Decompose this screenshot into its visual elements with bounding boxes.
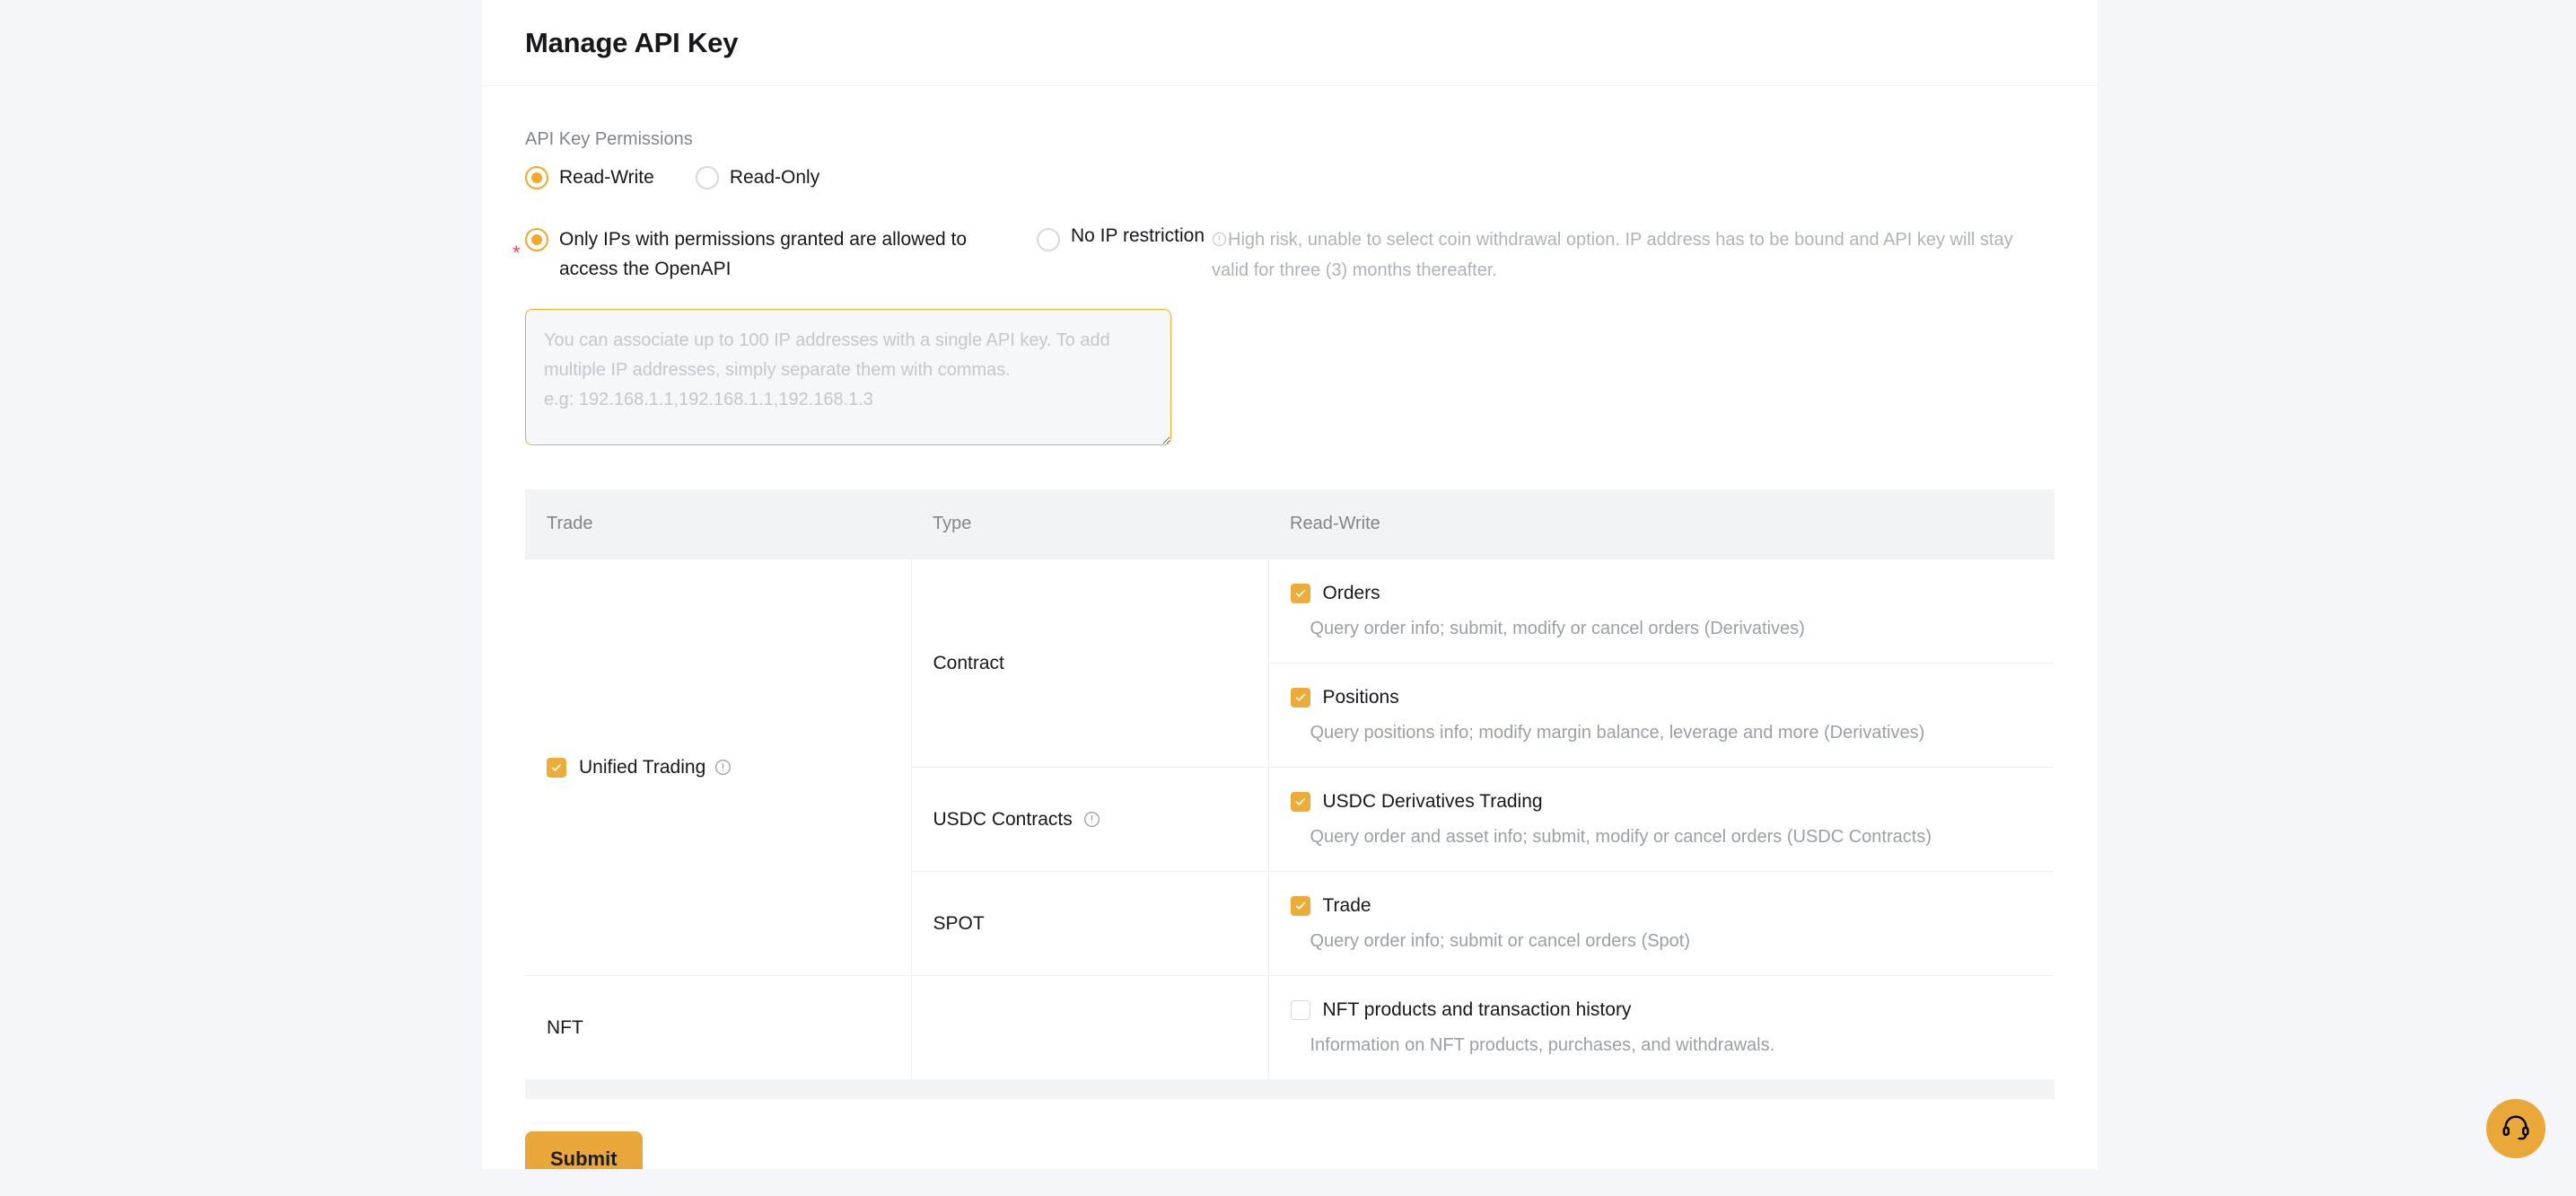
trade-label-unified-trading: Unified Trading [579,756,706,778]
permission-label-orders: Orders [1322,583,1380,604]
read-write-cell-contract: Orders Query order info; submit, modify … [1268,558,2055,768]
content-panel: Manage API Key API Key Permissions Read-… [482,0,2098,1196]
type-cell-spot: SPOT [911,871,1269,976]
ip-warning-text: High risk, unable to select coin withdra… [1212,225,2037,286]
permission-label-nft-products: NFT products and transaction history [1322,999,1632,1021]
radio-read-write[interactable]: Read-Write [525,166,654,189]
required-asterisk: * [513,242,521,264]
radio-no-ip-restriction-label: No IP restriction [1071,225,1205,246]
column-header-type: Type [911,488,1268,559]
radio-no-ip-restriction-dot[interactable] [1037,228,1060,251]
type-cell-usdc-contracts: USDC Contracts [911,767,1269,872]
column-header-read-write: Read-Write [1268,488,2055,559]
radio-read-only[interactable]: Read-Only [695,166,820,189]
radio-only-ips-dot[interactable] [525,228,548,251]
trade-cell-unified-trading: Unified Trading [525,558,912,976]
type-label-contract: Contract [933,652,1004,673]
type-label-usdc-contracts: USDC Contracts [933,808,1073,830]
table-row: NFT NFT products and transaction history… [525,975,2055,1080]
ip-restriction-radio-group: * Only IPs with permissions granted are … [513,225,2055,286]
permission-item-usdc-derivatives-trading: USDC Derivatives Trading Query order and… [1269,768,2055,871]
read-write-cell-nft: NFT products and transaction history Inf… [1268,975,2055,1080]
checkbox-trade[interactable] [1290,896,1310,917]
permission-item-nft-products: NFT products and transaction history Inf… [1269,976,2055,1079]
radio-read-only-dot[interactable] [695,166,719,189]
permission-desc-trade: Query order info; submit or cancel order… [1310,931,1691,952]
info-icon-unified-trading[interactable] [714,759,732,776]
permissions-table: Trade Type Read-Write Unified Trading Co… [525,488,2055,1080]
trade-label-nft: NFT [547,1016,583,1038]
permissions-table-body: Unified Trading Contract Orders Query or… [525,558,2055,1080]
permission-item-orders: Orders Query order info; submit, modify … [1269,559,2055,663]
read-write-cell-spot: Trade Query order info; submit or cancel… [1268,871,2055,976]
permission-desc-usdc-derivatives-trading: Query order and asset info; submit, modi… [1310,827,1932,848]
permission-item-positions: Positions Query positions info; modify m… [1268,663,2055,767]
ip-warning-message: High risk, unable to select coin withdra… [1212,230,2013,281]
table-footer-bar [525,1079,2055,1100]
page-title: Manage API Key [525,26,739,58]
ip-textarea-wrapper [525,308,1171,450]
read-write-cell-usdc-contracts: USDC Derivatives Trading Query order and… [1268,767,2055,872]
permission-mode-radio-group: Read-Write Read-Only [525,166,2055,189]
checkbox-nft-products[interactable] [1290,1000,1310,1021]
headset-icon [2501,1112,2531,1147]
checkbox-usdc-derivatives-trading[interactable] [1290,792,1310,813]
radio-no-ip-restriction[interactable]: No IP restriction High risk, unable to s… [1037,225,2055,286]
table-header-row: Trade Type Read-Write [525,488,2055,559]
type-cell-nft [911,975,1269,1080]
permission-label-positions: Positions [1322,687,1399,708]
ip-addresses-input[interactable] [525,308,1171,445]
table-row: Unified Trading Contract Orders Query or… [525,558,2055,976]
trade-cell-nft: NFT [525,975,912,1080]
permission-desc-nft-products: Information on NFT products, purchases, … [1310,1035,1775,1056]
column-header-trade: Trade [525,488,911,559]
page-root: Manage API Key API Key Permissions Read-… [0,0,2576,1196]
permission-desc-orders: Query order info; submit, modify or canc… [1310,619,1805,639]
radio-only-ips-label: Only IPs with permissions granted are al… [559,229,968,279]
panel-body: API Key Permissions Read-Write Read-Only… [482,86,2098,1100]
checkbox-positions[interactable] [1290,688,1310,708]
radio-read-write-label: Read-Write [559,167,654,188]
type-label-spot: SPOT [933,912,985,934]
permission-label-trade: Trade [1322,895,1371,917]
bottom-fade-strip [0,1169,2576,1196]
panel-header: Manage API Key [482,0,2098,86]
api-key-permissions-label: API Key Permissions [525,129,693,149]
info-icon-usdc-contracts[interactable] [1083,811,1100,828]
trade-checkbox-unified-trading[interactable]: Unified Trading [547,757,911,778]
checkbox-unified-trading[interactable] [547,757,566,778]
type-cell-contract: Contract [911,558,1269,768]
permission-label-usdc-derivatives-trading: USDC Derivatives Trading [1322,791,1543,813]
radio-read-only-label: Read-Only [729,167,820,188]
support-button[interactable] [2486,1099,2545,1158]
permissions-table-head: Trade Type Read-Write [525,488,2055,559]
warning-circle-icon [1212,227,1227,256]
radio-only-ips[interactable]: * Only IPs with permissions granted are … [513,225,1037,284]
checkbox-orders[interactable] [1290,584,1310,604]
radio-read-write-dot[interactable] [525,166,548,189]
permission-desc-positions: Query positions info; modify margin bala… [1310,723,1925,743]
permission-item-trade: Trade Query order info; submit or cancel… [1269,872,2055,975]
